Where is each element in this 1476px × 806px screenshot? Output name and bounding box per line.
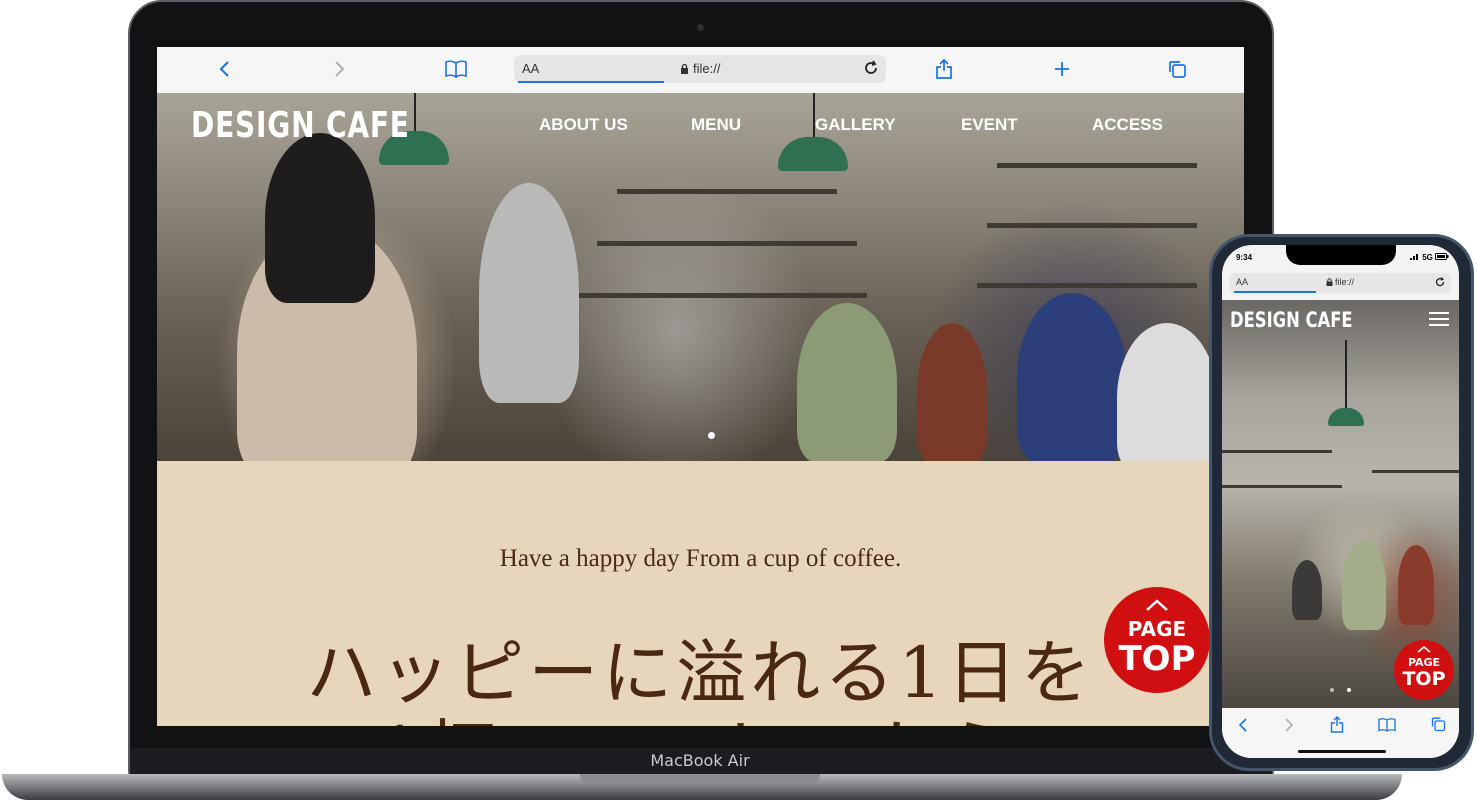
- phone-screen: 9:34 5G AA file:// DESIGN CAFE PAGE TOP: [1222, 245, 1459, 758]
- chevron-up-icon: [1146, 599, 1168, 611]
- pendant-lamp: [1328, 408, 1364, 426]
- nav-about-us[interactable]: ABOUT US: [539, 115, 628, 135]
- phone-address-bar[interactable]: AA file://: [1230, 273, 1451, 293]
- person: [1117, 323, 1217, 461]
- page-top-label-2: TOP: [1118, 639, 1196, 679]
- slider-dot[interactable]: [1330, 688, 1334, 692]
- person: [1017, 293, 1127, 461]
- lock-icon: [1326, 278, 1333, 286]
- back-icon[interactable]: [213, 55, 235, 83]
- tabs-icon[interactable]: [1430, 716, 1446, 737]
- bookmarks-icon[interactable]: [443, 55, 469, 83]
- signal-icon: [1410, 254, 1418, 260]
- nav-menu[interactable]: MENU: [691, 115, 741, 135]
- share-icon[interactable]: [1330, 716, 1344, 738]
- camera: [697, 24, 704, 31]
- hamburger-menu-icon[interactable]: [1429, 312, 1449, 326]
- site-logo[interactable]: DESIGN CAFE: [191, 105, 410, 146]
- nav-gallery[interactable]: GALLERY: [815, 115, 896, 135]
- page-top-label-1: PAGE: [1127, 617, 1187, 641]
- status-indicators: 5G: [1410, 253, 1449, 262]
- nav-event[interactable]: EVENT: [961, 115, 1018, 135]
- laptop-screen: AA file:// DESIGN CAFE ABOUT US MENU GAL…: [157, 47, 1244, 726]
- pendant-lamp: [778, 137, 848, 171]
- person: [917, 323, 987, 461]
- forward-icon[interactable]: [1284, 718, 1294, 737]
- shelf: [997, 163, 1197, 168]
- url-value: file://: [693, 61, 721, 76]
- slider-dot[interactable]: [708, 432, 715, 439]
- slider-dot-active[interactable]: [1347, 688, 1351, 692]
- browser-toolbar: AA file://: [157, 47, 1244, 94]
- shelf: [1372, 470, 1459, 473]
- new-tab-icon[interactable]: [1051, 55, 1073, 83]
- shelf: [577, 293, 867, 298]
- phone-page-top-label-2: TOP: [1402, 668, 1446, 690]
- forward-icon[interactable]: [329, 55, 351, 83]
- bookmarks-icon[interactable]: [1378, 718, 1396, 737]
- shelf: [1222, 450, 1332, 453]
- main-heading-line2: 1杯のコーヒーから: [377, 697, 1077, 726]
- phone-site-logo[interactable]: DESIGN CAFE: [1230, 308, 1353, 332]
- shelf: [977, 283, 1197, 288]
- person: [265, 133, 375, 303]
- phone-notch: [1286, 245, 1396, 265]
- person: [1342, 540, 1386, 630]
- chevron-up-icon: [1417, 646, 1431, 653]
- status-time: 9:34: [1236, 253, 1253, 262]
- phone-text-size-button[interactable]: AA: [1236, 277, 1248, 287]
- phone-page-top-button[interactable]: PAGE TOP: [1394, 640, 1454, 700]
- url-text: file://: [680, 61, 720, 76]
- text-size-button[interactable]: AA: [522, 61, 539, 76]
- person: [797, 303, 897, 461]
- person: [479, 183, 579, 403]
- tabs-icon[interactable]: [1165, 55, 1189, 83]
- person: [1398, 545, 1434, 625]
- laptop-brand-label: MacBook Air: [650, 751, 750, 770]
- phone-reload-icon[interactable]: [1434, 276, 1446, 290]
- person: [1292, 560, 1322, 620]
- laptop-base-notch: [580, 774, 820, 784]
- shelf: [597, 241, 857, 246]
- phone-url-text: file://: [1326, 277, 1354, 287]
- lamp-cord: [414, 93, 416, 133]
- address-bar[interactable]: AA file://: [514, 55, 886, 83]
- home-indicator: [1298, 750, 1386, 753]
- page-top-button[interactable]: PAGE TOP: [1104, 587, 1210, 693]
- nav-access[interactable]: ACCESS: [1092, 115, 1163, 135]
- tagline: Have a happy day From a cup of coffee.: [499, 545, 902, 572]
- share-icon[interactable]: [933, 55, 955, 83]
- phone-url-value: file://: [1335, 277, 1355, 287]
- network-label: 5G: [1422, 253, 1433, 262]
- load-progress: [518, 81, 664, 83]
- back-icon[interactable]: [1238, 718, 1248, 737]
- phone-load-progress: [1234, 291, 1316, 293]
- phone-hero-image: DESIGN CAFE PAGE TOP: [1222, 300, 1459, 708]
- lock-icon: [681, 63, 688, 74]
- shelf: [1222, 485, 1342, 488]
- shelf: [987, 223, 1197, 228]
- reload-icon[interactable]: [862, 59, 880, 82]
- shelf: [617, 189, 837, 194]
- hero-image: DESIGN CAFE ABOUT US MENU GALLERY EVENT …: [157, 93, 1244, 461]
- lamp-cord: [1345, 340, 1347, 410]
- battery-icon: [1435, 253, 1449, 260]
